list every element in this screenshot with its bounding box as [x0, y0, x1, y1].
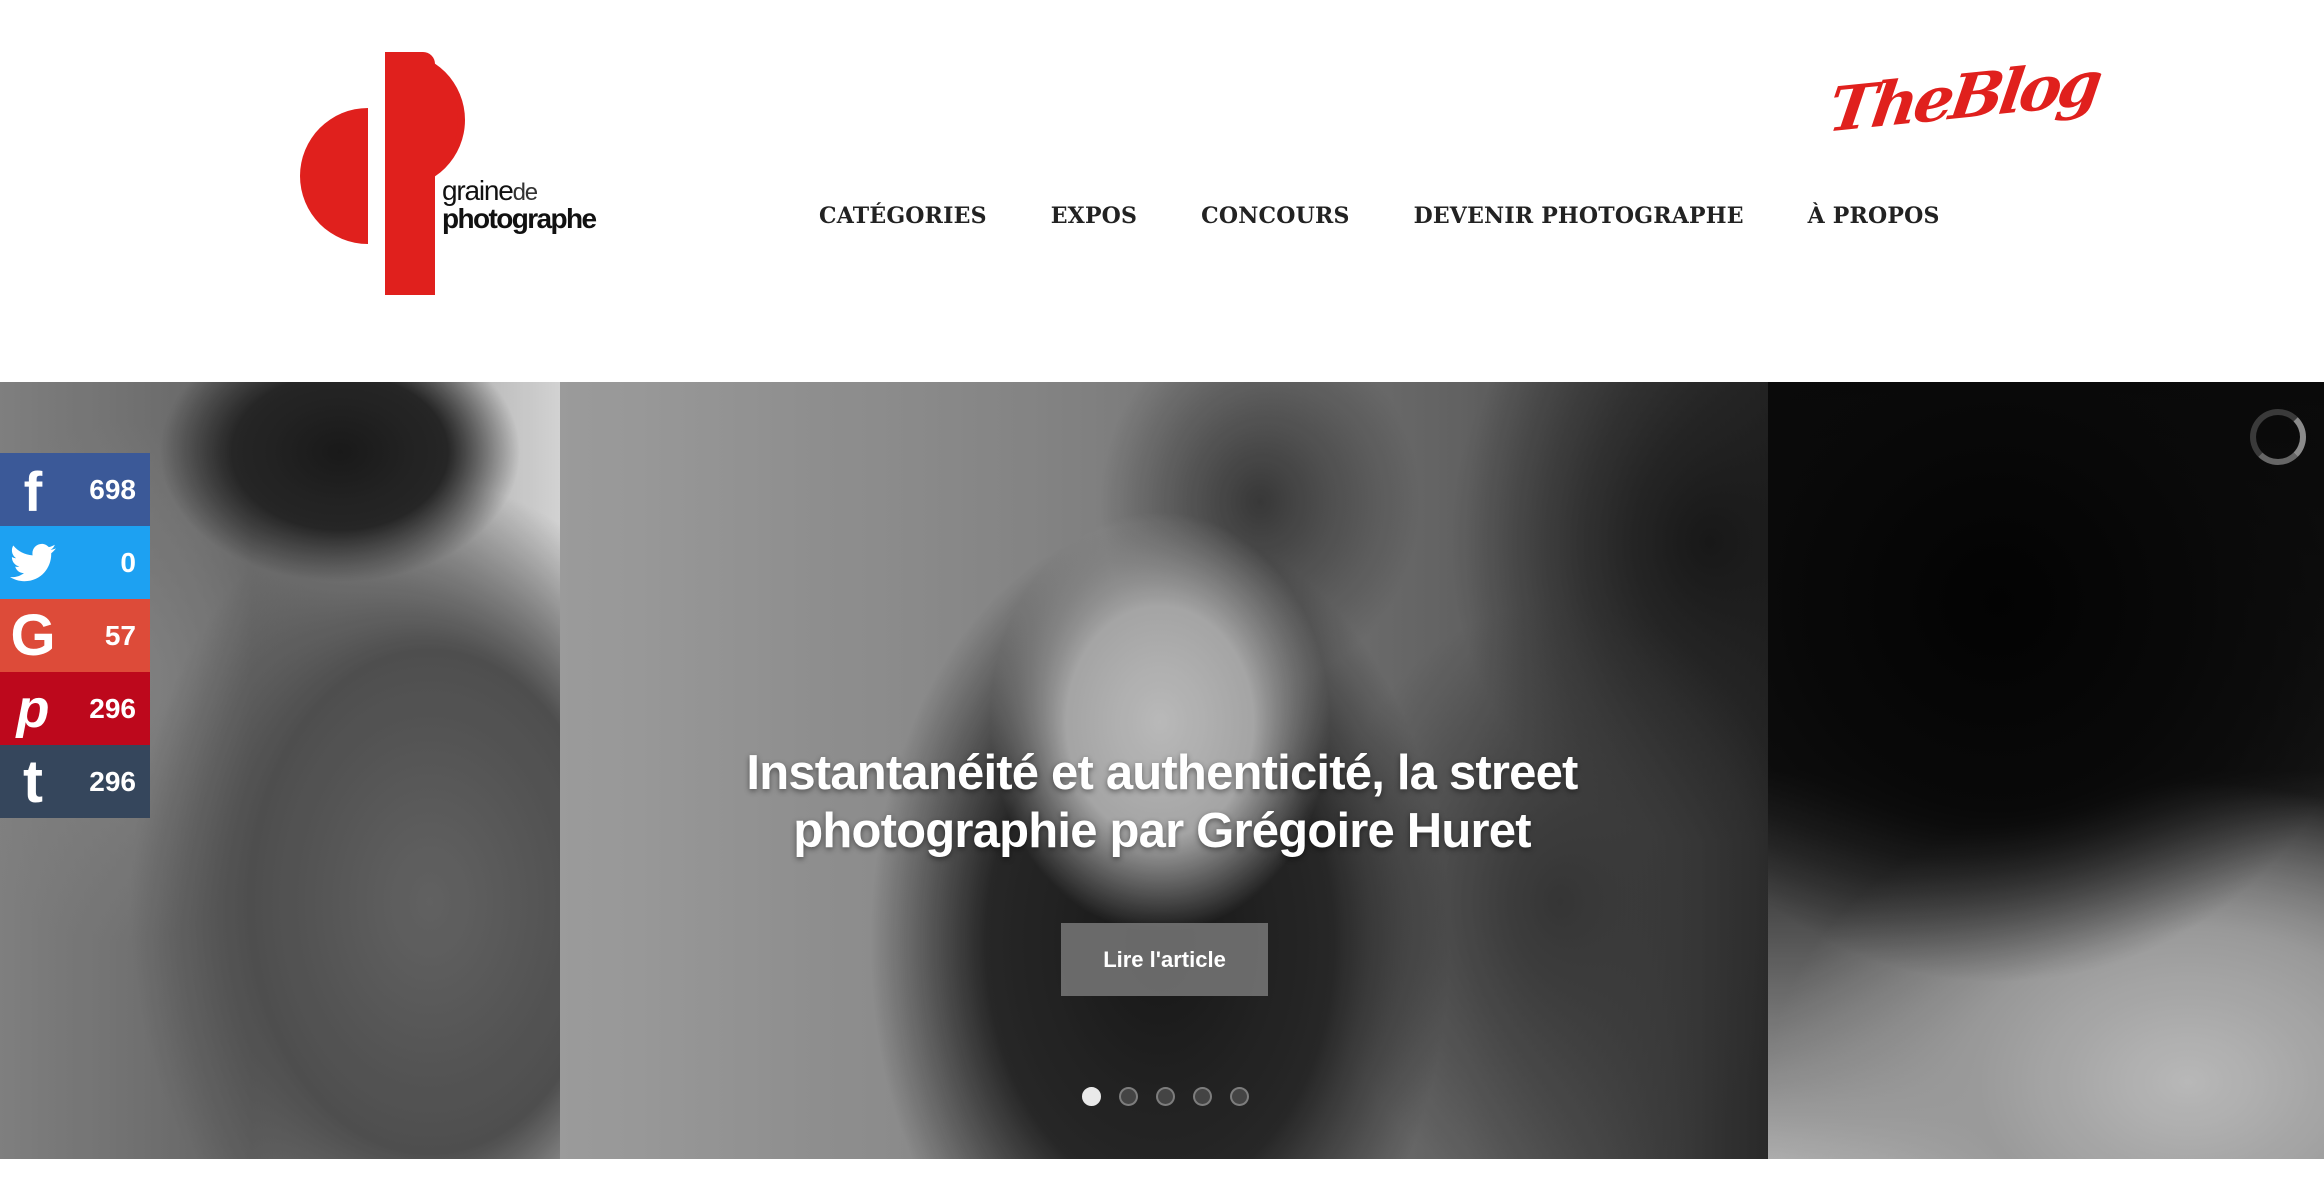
share-tumblr-button[interactable]: t 296 — [0, 745, 150, 818]
share-pinterest-button[interactable]: p 296 — [0, 672, 150, 745]
tumblr-icon: t — [23, 747, 43, 815]
slider-dot-3[interactable] — [1156, 1087, 1175, 1106]
logo-line2: photographe — [442, 203, 597, 234]
nav-item-a-propos[interactable]: À PROPOS — [1808, 203, 1940, 229]
logo-line1-suffix: de — [512, 179, 539, 206]
twitter-icon — [10, 533, 56, 593]
slider-dot-5[interactable] — [1230, 1087, 1249, 1106]
social-share-bar: f 698 0 G 57 p 296 t 296 — [0, 453, 150, 818]
page: grainede photographe TheBlog CATÉGORIES … — [0, 0, 2324, 1199]
share-twitter-button[interactable]: 0 — [0, 526, 150, 599]
share-count: 57 — [104, 619, 136, 651]
slider-dot-1[interactable] — [1082, 1087, 1101, 1106]
site-logo[interactable]: grainede photographe — [300, 50, 640, 295]
logo-wordmark: grainede photographe — [442, 175, 597, 234]
facebook-icon: f — [23, 459, 43, 523]
google-icon: G — [10, 602, 56, 668]
slide-timer-icon — [2250, 409, 2306, 465]
pinterest-icon: p — [16, 678, 50, 739]
share-count: 0 — [120, 546, 136, 578]
nav-item-expos[interactable]: EXPOS — [1051, 203, 1137, 229]
slider-dot-2[interactable] — [1119, 1087, 1138, 1106]
theblog-link[interactable]: TheBlog — [1824, 46, 2103, 146]
main-nav: CATÉGORIES EXPOS CONCOURS DEVENIR PHOTOG… — [819, 196, 1940, 236]
logo-line1: graine — [442, 175, 514, 206]
share-google-button[interactable]: G 57 — [0, 599, 150, 672]
logo-mark — [300, 52, 465, 295]
nav-item-categories[interactable]: CATÉGORIES — [819, 203, 987, 229]
share-facebook-button[interactable]: f 698 — [0, 453, 150, 526]
share-count: 296 — [89, 692, 136, 724]
hero-slider: Instantanéité et authenticité, la street… — [0, 382, 2324, 1159]
nav-item-concours[interactable]: CONCOURS — [1201, 203, 1349, 229]
slide-title: Instantanéité et authenticité, la street… — [746, 746, 1578, 858]
share-count: 698 — [89, 473, 136, 505]
read-article-button[interactable]: Lire l'article — [1061, 923, 1268, 996]
slider-pagination — [1082, 1087, 1249, 1106]
nav-item-devenir-photographe[interactable]: DEVENIR PHOTOGRAPHE — [1414, 203, 1744, 229]
slider-dot-4[interactable] — [1193, 1087, 1212, 1106]
share-count: 296 — [89, 765, 136, 797]
